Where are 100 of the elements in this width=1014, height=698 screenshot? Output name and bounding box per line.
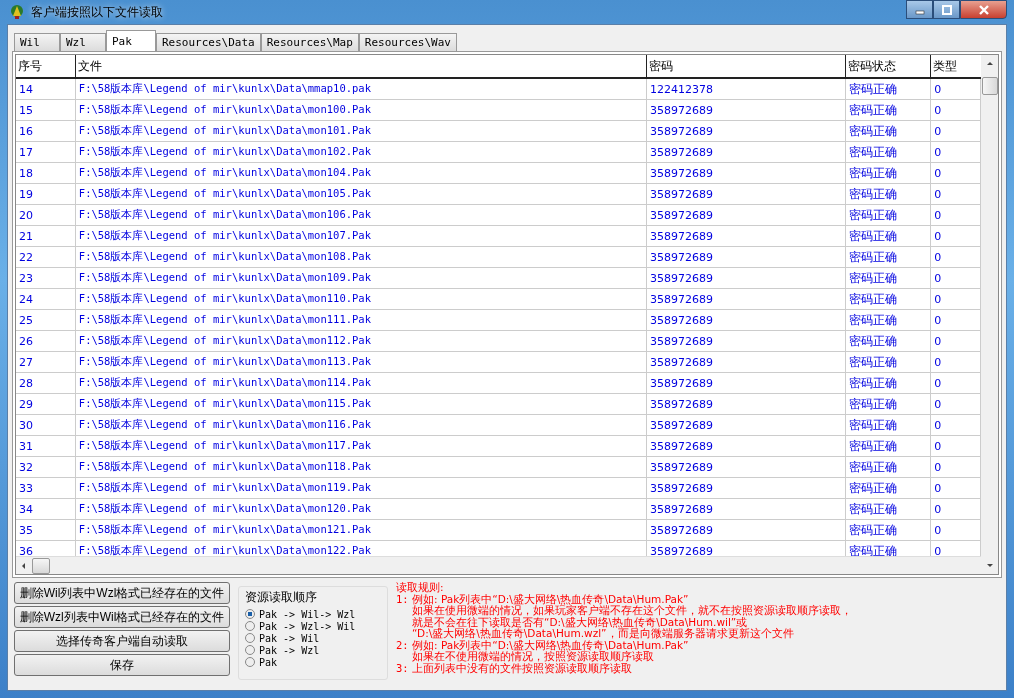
rule-number: 2: bbox=[396, 639, 410, 653]
table-cell: F:\58版本库\Legend of mir\kunlx\Data\mon110.Pak bbox=[75, 289, 648, 309]
rule-text: 例如: Pak列表中“D:\盛大网络\热血传奇\Data\Hum.Pak” bbox=[412, 593, 690, 605]
rule-text: 上面列表中没有的文件按照资源读取顺序读取 bbox=[412, 662, 632, 674]
table-cell: 358972689 bbox=[647, 352, 847, 372]
radio-option[interactable]: Pak bbox=[245, 656, 381, 668]
table-cell: 358972689 bbox=[647, 436, 847, 456]
column-header[interactable]: 序号 bbox=[16, 55, 76, 77]
radio-option[interactable]: Pak -> Wzl bbox=[245, 644, 381, 656]
tab[interactable]: Pak bbox=[106, 30, 156, 51]
table-cell: 25 bbox=[16, 310, 76, 330]
table-cell: 20 bbox=[16, 205, 76, 225]
table-cell: 密码正确 bbox=[846, 142, 932, 162]
horizontal-scrollbar[interactable] bbox=[16, 556, 981, 574]
table-cell: F:\58版本库\Legend of mir\kunlx\Data\mon111.Pak bbox=[75, 310, 648, 330]
table-cell: 18 bbox=[16, 163, 76, 183]
scroll-thumb[interactable] bbox=[981, 77, 998, 95]
table-cell: 34 bbox=[16, 499, 76, 519]
tab[interactable]: Wzl bbox=[60, 33, 106, 51]
table-cell: 358972689 bbox=[647, 142, 847, 162]
tab[interactable]: Resources\Data bbox=[156, 33, 261, 51]
table-cell: 358972689 bbox=[647, 100, 847, 120]
table-cell: 358972689 bbox=[647, 478, 847, 498]
table-cell: 密码正确 bbox=[846, 478, 932, 498]
table-cell: 358972689 bbox=[647, 226, 847, 246]
group-title: 资源读取顺序 bbox=[245, 589, 318, 606]
table-cell: 33 bbox=[16, 478, 76, 498]
rule-text: 如果在不使用微端的情况，按照资源读取顺序读取 bbox=[412, 651, 655, 662]
table-cell: 19 bbox=[16, 184, 76, 204]
rule-number: 3: bbox=[396, 662, 410, 674]
action-button[interactable]: 选择传奇客户端自动读取 bbox=[14, 630, 230, 652]
maximize-button[interactable] bbox=[933, 0, 960, 19]
table-cell: 358972689 bbox=[647, 268, 847, 288]
table-cell: F:\58版本库\Legend of mir\kunlx\Data\mon106.Pak bbox=[75, 205, 648, 225]
table-cell: 密码正确 bbox=[846, 79, 932, 99]
rule-text: 就是不会在往下读取是否有“D:\盛大网络\热血传奇\Data\Hum.wil”或 bbox=[412, 616, 748, 628]
table-cell: 14 bbox=[16, 79, 76, 99]
tab[interactable]: Resources\Map bbox=[260, 33, 359, 51]
column-header[interactable]: 密码 bbox=[647, 55, 847, 77]
action-button[interactable]: 删除Wil列表中Wzl格式已经存在的文件 bbox=[14, 582, 230, 604]
radio-option[interactable]: Pak -> Wil bbox=[245, 632, 381, 644]
action-button[interactable]: 删除Wzl列表中Wil格式已经存在的文件 bbox=[14, 606, 230, 628]
table-cell: F:\58版本库\Legend of mir\kunlx\Data\mon102.Pak bbox=[75, 142, 648, 162]
table-cell: F:\58版本库\Legend of mir\kunlx\Data\mon113.Pak bbox=[75, 352, 648, 372]
table-cell: F:\58版本库\Legend of mir\kunlx\Data\mon114.Pak bbox=[75, 373, 648, 393]
scroll-thumb[interactable] bbox=[32, 557, 50, 574]
radio-option[interactable]: Pak -> Wzl-> Wil bbox=[245, 620, 381, 632]
table-cell: 密码正确 bbox=[846, 121, 932, 141]
table-cell: 密码正确 bbox=[846, 331, 932, 351]
table-cell: 密码正确 bbox=[846, 415, 932, 435]
table-cell: F:\58版本库\Legend of mir\kunlx\Data\mon107.Pak bbox=[75, 226, 648, 246]
table-cell: 122412378 bbox=[647, 79, 847, 99]
table-cell: 密码正确 bbox=[846, 499, 932, 519]
rule-number: 1: bbox=[396, 593, 410, 607]
table-cell: F:\58版本库\Legend of mir\kunlx\Data\mon120.Pak bbox=[75, 499, 648, 519]
table-cell: 密码正确 bbox=[846, 268, 932, 288]
table-cell: 358972689 bbox=[647, 163, 847, 183]
table-cell: 358972689 bbox=[647, 247, 847, 267]
table-cell: 密码正确 bbox=[846, 352, 932, 372]
table-cell: F:\58版本库\Legend of mir\kunlx\Data\mon116.Pak bbox=[75, 415, 648, 435]
table-cell: F:\58版本库\Legend of mir\kunlx\Data\mon109.Pak bbox=[75, 268, 648, 288]
table-cell: 密码正确 bbox=[846, 373, 932, 393]
table-cell: 密码正确 bbox=[846, 247, 932, 267]
minimize-button[interactable] bbox=[906, 0, 933, 19]
table-cell: 358972689 bbox=[647, 205, 847, 225]
table-cell: 358972689 bbox=[647, 289, 847, 309]
table-cell: 16 bbox=[16, 121, 76, 141]
table-cell: 密码正确 bbox=[846, 436, 932, 456]
tab[interactable]: Resources\Wav bbox=[358, 33, 457, 51]
vertical-scrollbar[interactable] bbox=[981, 55, 998, 574]
column-header[interactable]: 文件 bbox=[75, 55, 648, 77]
action-button[interactable]: 保存 bbox=[14, 654, 230, 676]
rules-title: 读取规则: bbox=[396, 582, 445, 594]
table-cell: 358972689 bbox=[647, 184, 847, 204]
table-cell: 密码正确 bbox=[846, 226, 932, 246]
column-header[interactable]: 密码状态 bbox=[846, 55, 932, 77]
table-cell: 358972689 bbox=[647, 373, 847, 393]
tab[interactable]: Wil bbox=[14, 33, 60, 51]
close-icon bbox=[977, 4, 990, 15]
close-button[interactable] bbox=[960, 0, 1007, 19]
rule-text: 例如: Pak列表中“D:\盛大网络\热血传奇\Data\Hum.Pak” bbox=[412, 639, 689, 651]
table-cell: 358972689 bbox=[647, 331, 847, 351]
table-cell: F:\58版本库\Legend of mir\kunlx\Data\mon118.Pak bbox=[75, 457, 648, 477]
radio-option[interactable]: Pak -> Wil-> Wzl bbox=[245, 608, 381, 620]
maximize-icon bbox=[940, 4, 953, 15]
table-cell: F:\58版本库\Legend of mir\kunlx\Data\mmap10.pak bbox=[75, 79, 648, 99]
table-cell: 密码正确 bbox=[846, 289, 932, 309]
column-header[interactable]: 类型 bbox=[931, 55, 981, 77]
table-cell: 17 bbox=[16, 142, 76, 162]
window-title: 客户端按照以下文件读取 bbox=[31, 3, 163, 21]
table-cell: 23 bbox=[16, 268, 76, 288]
table-cell: F:\58版本库\Legend of mir\kunlx\Data\mon119.Pak bbox=[75, 478, 648, 498]
table-cell: 28 bbox=[16, 373, 76, 393]
table-cell: F:\58版本库\Legend of mir\kunlx\Data\mon105.Pak bbox=[75, 184, 648, 204]
table-cell: 358972689 bbox=[647, 457, 847, 477]
table-cell: 密码正确 bbox=[846, 520, 932, 540]
table-cell: 31 bbox=[16, 436, 76, 456]
table-cell: 358972689 bbox=[647, 121, 847, 141]
table-cell: F:\58版本库\Legend of mir\kunlx\Data\mon115.Pak bbox=[75, 394, 648, 414]
table-cell: 35 bbox=[16, 520, 76, 540]
